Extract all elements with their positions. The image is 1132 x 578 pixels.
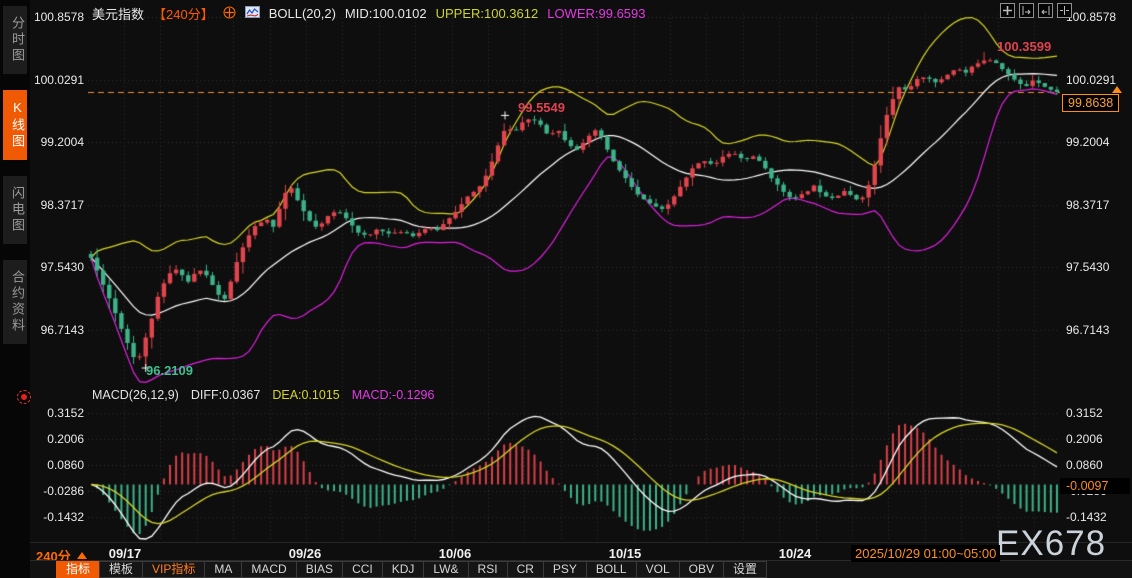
last-price-badge: 99.8638 bbox=[1062, 94, 1120, 113]
macd-diff-value: DIFF:0.0367 bbox=[190, 388, 261, 402]
chart-thumbnail-icon bbox=[244, 6, 260, 21]
macd-header: MACD(26,12,9) DIFF:0.0367 DEA:0.1015 MAC… bbox=[92, 388, 434, 402]
sidebar-tab-time-chart[interactable]: 分时图 bbox=[3, 6, 27, 74]
price-axis-label: 97.5430 bbox=[1066, 260, 1110, 275]
high-price-annotation: 100.3599 bbox=[997, 39, 1052, 54]
toolbar-btn-cci[interactable]: CCI bbox=[342, 561, 383, 578]
candlestick-chart-canvas[interactable] bbox=[88, 0, 1060, 545]
brand-watermark: EX678 bbox=[996, 524, 1107, 563]
symbol-title: 美元指数 bbox=[92, 7, 145, 22]
y-axis-left-icon[interactable] bbox=[1019, 3, 1034, 18]
chart-type-sidebar: 分时图 K线图闪电图合约资料 bbox=[0, 0, 30, 578]
crosshair-icon[interactable] bbox=[223, 6, 236, 22]
macd-indicator-label: MACD(26,12,9) bbox=[92, 388, 179, 402]
toolbar-btn-boll[interactable]: BOLL bbox=[585, 561, 637, 578]
x-axis-date: 09/26 bbox=[288, 546, 322, 561]
toolbar-btn-vip-indicators[interactable]: VIP指标 bbox=[142, 561, 206, 578]
x-axis-date: 10/06 bbox=[438, 546, 472, 561]
toolbar-btn-kdj[interactable]: KDJ bbox=[381, 561, 425, 578]
swing-high-annotation: 99.5549 bbox=[518, 100, 565, 115]
sidebar-tab-contract-info[interactable]: 合约资料 bbox=[3, 260, 27, 344]
y-axis-right-icon[interactable] bbox=[1038, 3, 1053, 18]
toolbar-btn-bias[interactable]: BIAS bbox=[295, 561, 344, 578]
toolbar-btn-ma[interactable]: MA bbox=[204, 561, 243, 578]
boll-indicator-label: BOLL(20,2) bbox=[268, 6, 336, 21]
toolbar-btn-rsi[interactable]: RSI bbox=[467, 561, 508, 578]
price-up-arrow-icon bbox=[1112, 86, 1122, 94]
macd-axis-label: -0.1432 bbox=[1066, 509, 1107, 524]
crosshair-target-icon[interactable] bbox=[17, 390, 31, 404]
boll-mid-value: MID:100.0102 bbox=[344, 6, 427, 21]
axis-reset-icon[interactable] bbox=[1057, 3, 1072, 18]
price-axis-label: 99.2004 bbox=[1066, 135, 1110, 150]
boll-upper-value: UPPER:100.3612 bbox=[435, 6, 539, 21]
toolbar-btn-cr[interactable]: CR bbox=[506, 561, 544, 578]
price-axis-label: 100.0291 bbox=[1066, 72, 1117, 87]
boll-lower-value: LOWER:99.6593 bbox=[547, 6, 646, 21]
toolbar-btn-obv[interactable]: OBV bbox=[678, 561, 724, 578]
macd-axis-label: 0.0860 bbox=[1066, 457, 1103, 472]
toolbar-btn-templates[interactable]: 模板 bbox=[99, 561, 144, 578]
current-bar-timestamp: 2025/10/29 01:00~05:00 bbox=[851, 545, 1001, 562]
toolbar-btn-indicators[interactable]: 指标 bbox=[56, 561, 101, 578]
period-label[interactable]: 【240分】 bbox=[153, 4, 214, 23]
sidebar-tab-flash-chart[interactable]: 闪电图 bbox=[3, 176, 27, 244]
toolbar-btn-macd[interactable]: MACD bbox=[241, 561, 297, 578]
x-axis-date: 09/17 bbox=[108, 546, 142, 561]
price-axis-label: 96.7143 bbox=[1066, 323, 1110, 337]
toolbar-btn-vol[interactable]: VOL bbox=[635, 561, 680, 578]
toolbar-btn-settings[interactable]: 设置 bbox=[722, 561, 767, 578]
chart-tool-icons bbox=[1000, 3, 1072, 18]
macd-macd-value: MACD:-0.1296 bbox=[351, 388, 435, 402]
sidebar-tab-candle-chart[interactable]: K线图 bbox=[3, 90, 27, 160]
x-axis-date: 10/15 bbox=[608, 546, 642, 561]
axis-separator bbox=[30, 542, 1132, 543]
chevron-up-icon bbox=[76, 552, 87, 559]
toolbar-btn-lw[interactable]: LW& bbox=[423, 561, 469, 578]
trading-app: 分时图 K线图闪电图合约资料 美元指数 【240分】 BOLL(20,2) MID… bbox=[0, 0, 1132, 578]
price-axis-label: 100.8578 bbox=[1066, 10, 1117, 24]
macd-value-badge: -0.0097 bbox=[1060, 477, 1130, 494]
low-price-annotation: 96.2109 bbox=[146, 363, 193, 378]
toolbar-btn-psy[interactable]: PSY bbox=[542, 561, 587, 578]
move-icon[interactable] bbox=[1000, 3, 1015, 18]
price-axis-label: 98.3717 bbox=[1066, 197, 1110, 212]
macd-axis-label: 0.2006 bbox=[1066, 432, 1103, 446]
x-axis-date: 10/24 bbox=[778, 546, 812, 561]
macd-axis-label: 0.3152 bbox=[1066, 406, 1103, 420]
indicator-toolbar: 指标 模板 VIP指标 MA MACD BIAS CCI KDJ LW& RSI CR PSY BOLL… bbox=[56, 561, 767, 578]
chart-header: 美元指数 【240分】 BOLL(20,2) MID:100.0102 UPPE… bbox=[92, 4, 646, 23]
macd-dea-value: DEA:0.1015 bbox=[272, 388, 340, 402]
